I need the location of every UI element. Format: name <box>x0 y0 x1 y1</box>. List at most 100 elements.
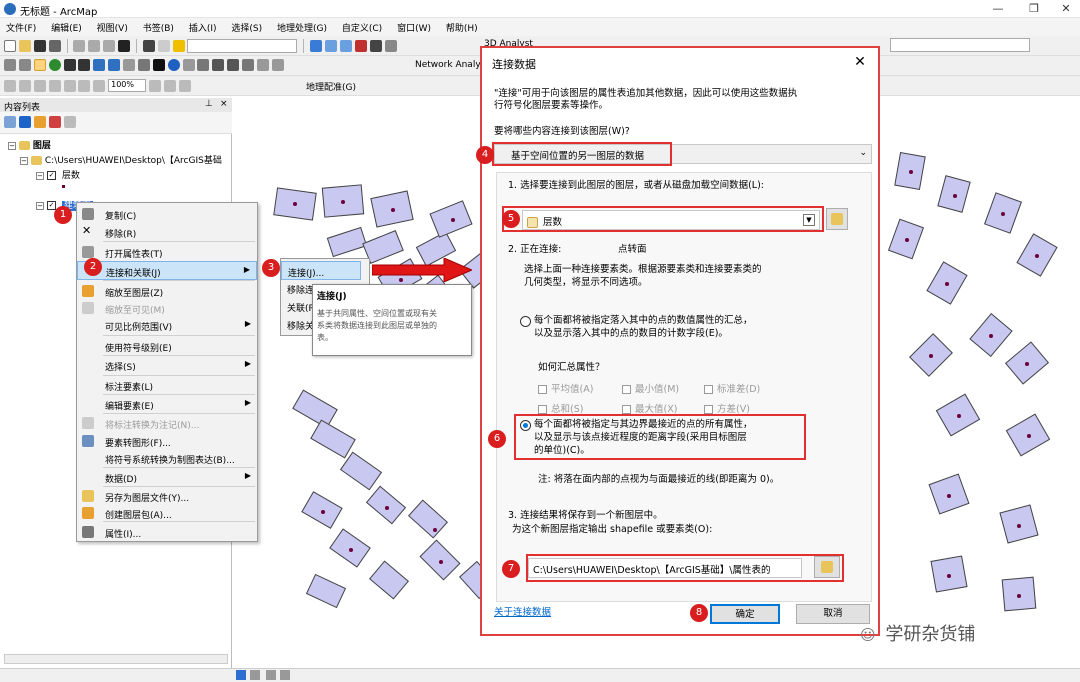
layer-visibility-checkbox[interactable]: ✓ <box>47 171 56 180</box>
menu-item-edit-features[interactable]: 编辑要素(E) ▶ <box>77 395 257 414</box>
ok-button[interactable]: 确定 <box>710 604 780 624</box>
zoom-whole-page-icon[interactable] <box>48 79 61 92</box>
menu-item-selection[interactable]: 选择(S) ▶ <box>77 356 257 375</box>
maximize-button[interactable]: ❐ <box>1016 0 1052 18</box>
join-tooltip: 连接(J) 基于共同属性、空间位置或现有关 系类将数据连接到此图层或单独的 表。 <box>312 284 472 356</box>
toc-scrollbar[interactable] <box>4 654 228 664</box>
python-icon[interactable] <box>384 40 397 52</box>
menu-item-remove[interactable]: ✕ 移除(R) <box>77 223 257 242</box>
menu-item-convert-symbology[interactable]: 将符号系统转换为制图表达(B)... <box>77 449 257 468</box>
layout-zoom-in-icon[interactable] <box>4 79 16 92</box>
menu-item-joins-and-relates[interactable]: 连接和关联(J) ▶ <box>77 261 257 280</box>
print-icon[interactable] <box>48 40 61 52</box>
browse-layer-button[interactable] <box>826 208 848 230</box>
find-icon[interactable] <box>227 59 240 71</box>
arctoolbox-icon[interactable] <box>369 40 382 52</box>
layout-view-icon[interactable] <box>250 670 260 680</box>
refresh-icon[interactable] <box>266 670 276 680</box>
fixed-zoom-out-icon[interactable] <box>78 59 91 71</box>
cut-icon[interactable] <box>73 40 86 52</box>
layout-zoom-out-icon[interactable] <box>18 79 31 92</box>
menu-item-properties[interactable]: 属性(I)... <box>77 523 257 542</box>
scale-combobox[interactable] <box>187 39 298 53</box>
change-layout-icon[interactable] <box>178 79 191 92</box>
focus-frame-icon[interactable] <box>163 79 176 92</box>
options-icon[interactable] <box>63 116 76 128</box>
zoom-in-icon[interactable] <box>4 59 16 71</box>
menu-item-data[interactable]: 数据(D) ▶ <box>77 468 257 487</box>
tree-root[interactable]: − 图层 <box>8 138 51 151</box>
hyperlink-icon[interactable] <box>182 59 195 71</box>
forward-icon[interactable] <box>108 59 121 71</box>
toggle-draft-icon[interactable] <box>149 79 161 92</box>
time-slider-icon[interactable] <box>271 59 284 71</box>
full-extent-icon[interactable] <box>48 59 61 71</box>
new-document-icon[interactable] <box>4 40 16 52</box>
georeferencing-label[interactable]: 地理配准(G) <box>306 80 356 93</box>
zoom-percent-field[interactable]: 100% <box>108 79 147 92</box>
menu-file[interactable]: 文件(F) <box>0 18 42 34</box>
close-panel-icon[interactable]: × <box>220 99 228 109</box>
list-by-visibility-icon[interactable] <box>33 116 46 128</box>
menu-view[interactable]: 视图(V) <box>91 18 134 34</box>
cancel-button[interactable]: 取消 <box>796 604 870 624</box>
pin-icon[interactable]: ⊥ <box>205 99 213 109</box>
summary-radio[interactable] <box>520 316 531 327</box>
dialog-close-icon[interactable]: ✕ <box>850 52 870 72</box>
delete-icon[interactable] <box>118 40 130 52</box>
menu-customize[interactable]: 自定义(C) <box>336 18 388 34</box>
minimize-button[interactable]: — <box>980 0 1016 18</box>
measure-icon[interactable] <box>212 59 225 71</box>
select-features-icon[interactable] <box>123 59 135 71</box>
zoom-100-icon[interactable] <box>63 79 76 92</box>
menu-bookmarks[interactable]: 书签(B) <box>137 18 180 34</box>
clear-selection-icon[interactable] <box>137 59 150 71</box>
back-icon[interactable] <box>93 59 106 71</box>
data-view-icon[interactable] <box>236 670 246 680</box>
catalog-icon[interactable] <box>339 40 352 52</box>
layout-pan-icon[interactable] <box>33 79 46 92</box>
layer-visibility-checkbox[interactable]: ✓ <box>47 201 56 210</box>
menu-insert[interactable]: 插入(I) <box>183 18 223 34</box>
list-by-source-icon[interactable] <box>18 116 31 128</box>
menu-item-copy[interactable]: 复制(C) <box>77 205 257 224</box>
menu-item-label-features[interactable]: 标注要素(L) <box>77 376 257 395</box>
open-icon[interactable] <box>18 40 31 52</box>
redo-icon[interactable] <box>157 40 170 52</box>
menu-help[interactable]: 帮助(H) <box>440 18 484 34</box>
copy-icon[interactable] <box>88 40 101 52</box>
save-icon[interactable] <box>33 40 46 52</box>
tree-layer-cengshu[interactable]: − ✓ 层数 <box>36 168 80 181</box>
menu-edit[interactable]: 编辑(E) <box>45 18 88 34</box>
layer-combobox[interactable] <box>890 38 1030 52</box>
list-by-drawing-order-icon[interactable] <box>4 116 16 128</box>
editor-icon[interactable] <box>310 40 323 52</box>
about-joining-link[interactable]: 关于连接数据 <box>494 604 551 618</box>
menu-windows[interactable]: 窗口(W) <box>391 18 437 34</box>
layout-back-icon[interactable] <box>78 79 91 92</box>
layout-forward-icon[interactable] <box>93 79 106 92</box>
paste-icon[interactable] <box>103 40 116 52</box>
pause-drawing-icon[interactable] <box>280 670 290 680</box>
menu-item-use-symbol-levels[interactable]: 使用符号级别(E) <box>77 337 257 356</box>
search-window-icon[interactable] <box>354 40 367 52</box>
close-window-button[interactable]: ✕ <box>1048 0 1080 18</box>
menu-item-visible-scale-range[interactable]: 可见比例范围(V) ▶ <box>77 316 257 335</box>
select-elements-icon[interactable] <box>152 59 165 71</box>
list-by-selection-icon[interactable] <box>48 116 61 128</box>
menu-geoprocessing[interactable]: 地理处理(G) <box>271 18 333 34</box>
pan-icon[interactable] <box>33 59 46 71</box>
tree-folder[interactable]: − C:\Users\HUAWEI\Desktop\【ArcGIS基础 <box>20 153 222 166</box>
go-to-xy-icon[interactable] <box>256 59 269 71</box>
menu-item-open-attribute-table[interactable]: 打开属性表(T) <box>77 243 257 262</box>
menu-selection[interactable]: 选择(S) <box>225 18 268 34</box>
identify-icon[interactable] <box>167 59 180 71</box>
zoom-out-icon[interactable] <box>18 59 31 71</box>
find-route-icon[interactable] <box>242 59 254 71</box>
undo-icon[interactable] <box>142 40 155 52</box>
toc-icon[interactable] <box>325 40 337 52</box>
submenu-item-join[interactable]: 连接(J)... <box>281 261 361 280</box>
fixed-zoom-in-icon[interactable] <box>63 59 76 71</box>
add-data-icon[interactable] <box>172 40 185 52</box>
html-popup-icon[interactable] <box>197 59 210 71</box>
